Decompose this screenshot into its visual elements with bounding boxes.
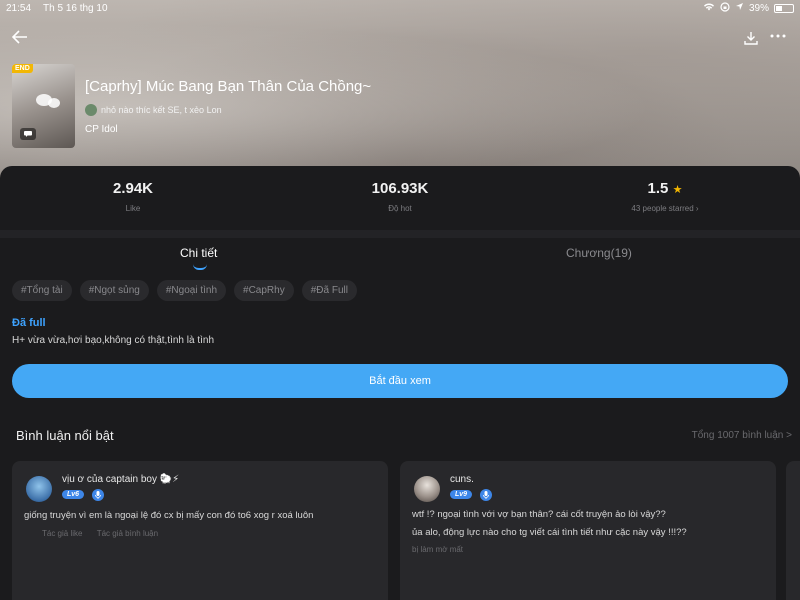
book-title: [Caprhy] Múc Bang Bạn Thân Của Chồng~ <box>85 78 372 95</box>
download-icon <box>744 32 758 45</box>
author-avatar <box>85 104 97 116</box>
stat-likes: 2.94K Like <box>53 180 213 213</box>
wifi-icon <box>703 2 715 14</box>
comment-username[interactable]: vịu ơ của captain boy 🐑⚡ <box>62 474 179 485</box>
all-comments-link[interactable]: Tổng 1007 bình luận > <box>692 430 792 441</box>
end-badge: END <box>12 64 33 73</box>
comment-meta: bị làm mờ mất <box>412 545 464 554</box>
comment-meta: Tác giả like Tác giả bình luận <box>42 529 158 538</box>
mic-icon <box>480 489 492 501</box>
back-button[interactable] <box>11 28 28 48</box>
stats-row: 2.94K Like 106.93K Độ hot 1.5 ★ 43 peopl… <box>0 180 800 230</box>
location-icon <box>735 2 744 14</box>
status-time: 21:54 <box>6 2 32 14</box>
likes-value: 2.94K <box>112 180 154 197</box>
tab-chapters[interactable]: Chương(19) <box>566 246 632 260</box>
comment-card[interactable]: cuns. Lv9 wtf !? ngoại tình với vợ bạn t… <box>400 461 776 600</box>
download-button[interactable] <box>744 30 758 48</box>
rating-label: 43 people starred › <box>631 204 699 213</box>
status-right: 39% <box>703 1 794 15</box>
battery-percent: 39% <box>748 2 769 14</box>
avatar[interactable] <box>26 476 52 502</box>
book-cover[interactable]: END <box>12 64 75 148</box>
battery-icon <box>774 3 794 13</box>
lock-rotation-icon <box>720 1 730 15</box>
arrow-left-icon <box>11 30 27 44</box>
completion-status: Đã full <box>12 317 46 329</box>
comment-card-partial[interactable] <box>786 461 800 600</box>
status-bar: 21:54 Th 5 16 thg 10 39% <box>0 0 800 16</box>
author-name: nhỏ nào thíc kết SE, t xẻo Lon <box>101 105 222 115</box>
tag-chip[interactable]: #Ngọt sủng <box>79 280 149 301</box>
mic-icon <box>92 489 104 501</box>
tag-chip[interactable]: #CapRhy <box>234 280 294 301</box>
featured-comments-title: Bình luận nổi bật <box>16 428 114 443</box>
level-badge: Lv9 <box>450 490 473 499</box>
section-divider <box>0 230 800 238</box>
hot-label: Độ hot <box>388 204 412 213</box>
comment-text: wtf !? ngoại tình với vợ bạn thân? cái c… <box>412 509 666 520</box>
chat-icon <box>20 128 36 140</box>
star-icon: ★ <box>672 184 683 196</box>
comment-text: ủa alo, động lực nào cho tg viết cái tìn… <box>412 527 687 538</box>
avatar[interactable] <box>414 476 440 502</box>
comment-username[interactable]: cuns. <box>450 474 474 485</box>
tag-list: #Tổng tài #Ngọt sủng #Ngoại tình #CapRhy… <box>12 280 357 301</box>
tag-chip[interactable]: #Tổng tài <box>12 280 72 301</box>
author-commented-label: Tác giả bình luận <box>96 529 159 538</box>
stat-hot: 106.93K Độ hot <box>320 180 480 213</box>
tab-details[interactable]: Chi tiết <box>180 246 217 260</box>
book-description: H+ vừa vừa,hơi bạo,không có thật,tình là… <box>12 335 215 346</box>
comment-text: giống truyện vì em là ngoại lệ đó cx bị … <box>24 510 314 521</box>
likes-label: Like <box>125 204 141 213</box>
tag-chip[interactable]: #Ngoại tình <box>156 280 227 301</box>
book-category[interactable]: CP Idol <box>85 124 118 135</box>
tag-chip[interactable]: #Đã Full <box>301 280 357 301</box>
status-date: Th 5 16 thg 10 <box>43 2 108 14</box>
hot-value: 106.93K <box>371 180 429 197</box>
more-button[interactable] <box>770 28 786 46</box>
level-badge: Lv6 <box>62 490 85 499</box>
author-row[interactable]: nhỏ nào thíc kết SE, t xẻo Lon <box>85 104 222 116</box>
comment-card[interactable]: vịu ơ của captain boy 🐑⚡ Lv6 giống truyệ… <box>12 461 388 600</box>
more-icon <box>770 34 786 38</box>
rating-value: 1.5 <box>647 180 669 197</box>
cover-decoration <box>48 98 60 108</box>
stat-rating[interactable]: 1.5 ★ 43 people starred › <box>585 180 745 213</box>
author-liked-label: Tác giả like <box>42 529 83 538</box>
start-reading-button[interactable]: Bắt đầu xem <box>12 364 788 398</box>
